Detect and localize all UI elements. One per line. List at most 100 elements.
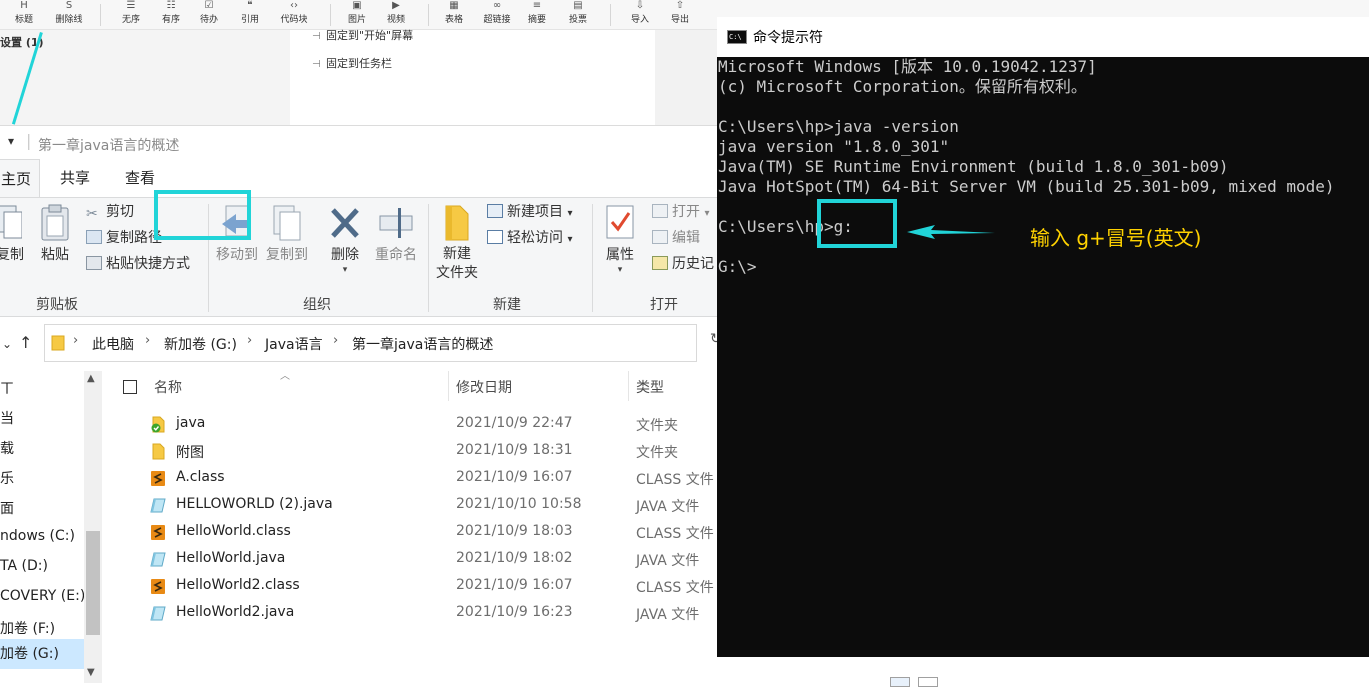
column-header-date[interactable]: 修改日期 bbox=[456, 377, 512, 397]
history-button[interactable]: 历史记 bbox=[652, 253, 714, 275]
rename-icon bbox=[379, 208, 413, 238]
file-type: CLASS 文件 bbox=[636, 580, 714, 596]
recent-locations-icon[interactable]: ⌄ bbox=[2, 337, 12, 351]
todo-icon: ☑ bbox=[204, 0, 214, 11]
rename-button[interactable]: 重命名 bbox=[372, 204, 420, 266]
copy-button[interactable]: 复制 bbox=[0, 204, 24, 266]
easy-access-dropdown[interactable]: 轻松访问 ▾ bbox=[487, 227, 572, 249]
toolbar-image-button[interactable]: ▣ 图片 bbox=[337, 0, 377, 30]
toolbar-label: 删除线 bbox=[55, 15, 83, 25]
large-icons-view-icon[interactable] bbox=[918, 677, 938, 687]
nav-item[interactable]: 乐 bbox=[0, 468, 14, 488]
new-item-icon bbox=[487, 204, 503, 218]
toolbar-heading-button[interactable]: H 标题 bbox=[4, 0, 44, 30]
delete-button[interactable]: 删除 ▾ bbox=[326, 204, 364, 275]
breadcrumb-drive-g[interactable]: 新加卷 (G:) bbox=[164, 334, 237, 354]
chevron-down-icon: ▾ bbox=[704, 208, 710, 219]
toolbar-strikethrough-button[interactable]: S 删除线 bbox=[49, 0, 89, 30]
java-file-icon bbox=[150, 605, 166, 622]
console-line: java version "1.8.0_301" bbox=[718, 137, 950, 156]
scissors-icon: ✂ bbox=[86, 206, 98, 222]
toolbar-export-button[interactable]: ⇧ 导出 bbox=[660, 0, 700, 30]
breadcrumb-this-pc[interactable]: 此电脑 bbox=[92, 334, 134, 354]
edit-button[interactable]: 编辑 bbox=[652, 227, 700, 249]
up-arrow-icon[interactable]: ↑ bbox=[19, 333, 32, 352]
toolbar-vote-button[interactable]: ▤ 投票 bbox=[558, 0, 598, 30]
toolbar-import-button[interactable]: ⇩ 导入 bbox=[620, 0, 660, 30]
column-header-type[interactable]: 类型 bbox=[636, 377, 664, 397]
toolbar-label: 待办 bbox=[199, 15, 218, 25]
class-file-icon bbox=[150, 470, 166, 487]
nav-item-drive-c[interactable]: ndows (C:) bbox=[0, 528, 75, 544]
cmd-console[interactable]: Microsoft Windows [版本 10.0.19042.1237] (c… bbox=[717, 57, 1369, 657]
properties-icon bbox=[606, 205, 634, 239]
column-header-name[interactable]: 名称 bbox=[154, 377, 182, 397]
toolbar-table-button[interactable]: ▦ 表格 bbox=[434, 0, 474, 30]
file-name: HelloWorld2.java bbox=[176, 604, 295, 620]
folder-icon bbox=[51, 335, 65, 351]
quick-access-dropdown-icon[interactable]: ▾ bbox=[8, 134, 14, 148]
file-type: CLASS 文件 bbox=[636, 526, 714, 542]
nav-item-drive-g[interactable]: 加卷 (G:) bbox=[0, 639, 84, 669]
toolbar-code-block-button[interactable]: ‹› 代码块 bbox=[274, 0, 314, 30]
nav-item-drive-f[interactable]: 加卷 (F:) bbox=[0, 618, 55, 638]
nav-item[interactable]: 面 bbox=[0, 498, 14, 518]
nav-item-drive-d[interactable]: TA (D:) bbox=[0, 558, 48, 574]
toolbar-todo-button[interactable]: ☑ 待办 bbox=[189, 0, 229, 30]
select-all-checkbox[interactable] bbox=[123, 380, 137, 394]
nav-item[interactable]: ㄒ bbox=[0, 378, 14, 398]
toolbar-unordered-list-button[interactable]: ☰ 无序 bbox=[111, 0, 151, 30]
tab-share[interactable]: 共享 bbox=[52, 159, 98, 197]
toolbar-quote-button[interactable]: ❝ 引用 bbox=[230, 0, 270, 30]
status-bar-view-buttons bbox=[880, 673, 950, 687]
tab-home[interactable]: 主页 bbox=[0, 159, 41, 197]
details-view-icon[interactable] bbox=[890, 677, 910, 687]
video-icon: ▶ bbox=[392, 0, 400, 11]
file-modified-date: 2021/10/9 18:02 bbox=[456, 550, 573, 566]
vote-icon: ▤ bbox=[573, 0, 583, 11]
toolbar-link-button[interactable]: ∞ 超链接 bbox=[477, 0, 517, 30]
toolbar-video-button[interactable]: ▶ 视频 bbox=[376, 0, 416, 30]
console-line: C:\Users\hp>java -version bbox=[718, 117, 959, 136]
file-modified-date: 2021/10/9 16:23 bbox=[456, 604, 573, 620]
toolbar-label: 视频 bbox=[386, 15, 405, 25]
toolbar-ordered-list-button[interactable]: ☷ 有序 bbox=[151, 0, 191, 30]
column-divider[interactable] bbox=[448, 371, 449, 401]
image-icon: ▣ bbox=[352, 0, 362, 11]
scroll-thumb[interactable] bbox=[86, 531, 100, 635]
toolbar-label: 超链接 bbox=[483, 15, 511, 25]
menu-item-pin-start[interactable]: ⊣ 固定到"开始"屏幕 bbox=[312, 27, 413, 43]
nav-item-drive-e[interactable]: COVERY (E:) bbox=[0, 588, 85, 604]
new-item-dropdown[interactable]: 新建项目 ▾ bbox=[487, 201, 572, 223]
cut-button[interactable]: ✂ 剪切 bbox=[86, 201, 134, 223]
copy-to-button[interactable]: 复制到 bbox=[264, 204, 310, 266]
toolbar-summary-button[interactable]: ≡ 摘要 bbox=[517, 0, 557, 30]
new-group-label: 新建 bbox=[493, 297, 521, 313]
copy-path-button[interactable]: 复制路径 bbox=[86, 227, 162, 249]
nav-scrollbar[interactable]: ▲ ▼ bbox=[84, 371, 102, 683]
column-divider[interactable] bbox=[628, 371, 629, 401]
address-input[interactable]: › 此电脑 › 新加卷 (G:) › Java语言 › 第一章java语言的概述… bbox=[44, 324, 728, 362]
scroll-up-icon[interactable]: ▲ bbox=[87, 373, 95, 384]
summary-icon: ≡ bbox=[532, 0, 542, 11]
breadcrumb-chapter-folder[interactable]: 第一章java语言的概述 bbox=[352, 334, 493, 354]
pin-icon: ⊣ bbox=[312, 31, 321, 42]
nav-item[interactable]: 当 bbox=[0, 408, 14, 428]
breadcrumb-java-folder[interactable]: Java语言 bbox=[265, 334, 323, 354]
nav-item[interactable]: 载 bbox=[0, 438, 14, 458]
copy-path-icon bbox=[86, 230, 102, 244]
code-block-icon: ‹› bbox=[290, 0, 298, 11]
file-modified-date: 2021/10/9 22:47 bbox=[456, 415, 573, 431]
open-button[interactable]: 打开 ▾ bbox=[652, 201, 709, 223]
annotation-text: 输入 g+冒号(英文) bbox=[1030, 226, 1202, 250]
new-folder-button[interactable]: 新建 文件夹 bbox=[432, 204, 482, 282]
paste-shortcut-button[interactable]: 粘贴快捷方式 bbox=[86, 253, 190, 275]
properties-button[interactable]: 属性 ▾ bbox=[600, 204, 640, 275]
menu-item-pin-taskbar[interactable]: ⊣ 固定到任务栏 bbox=[312, 55, 392, 71]
toolbar-label: 图片 bbox=[347, 15, 366, 25]
scroll-down-icon[interactable]: ▼ bbox=[87, 667, 95, 678]
strikethrough-icon: S bbox=[65, 0, 73, 11]
breadcrumb-chevron-icon: › bbox=[73, 333, 79, 348]
open-icon bbox=[652, 204, 668, 218]
paste-button[interactable]: 粘贴 bbox=[36, 204, 74, 266]
